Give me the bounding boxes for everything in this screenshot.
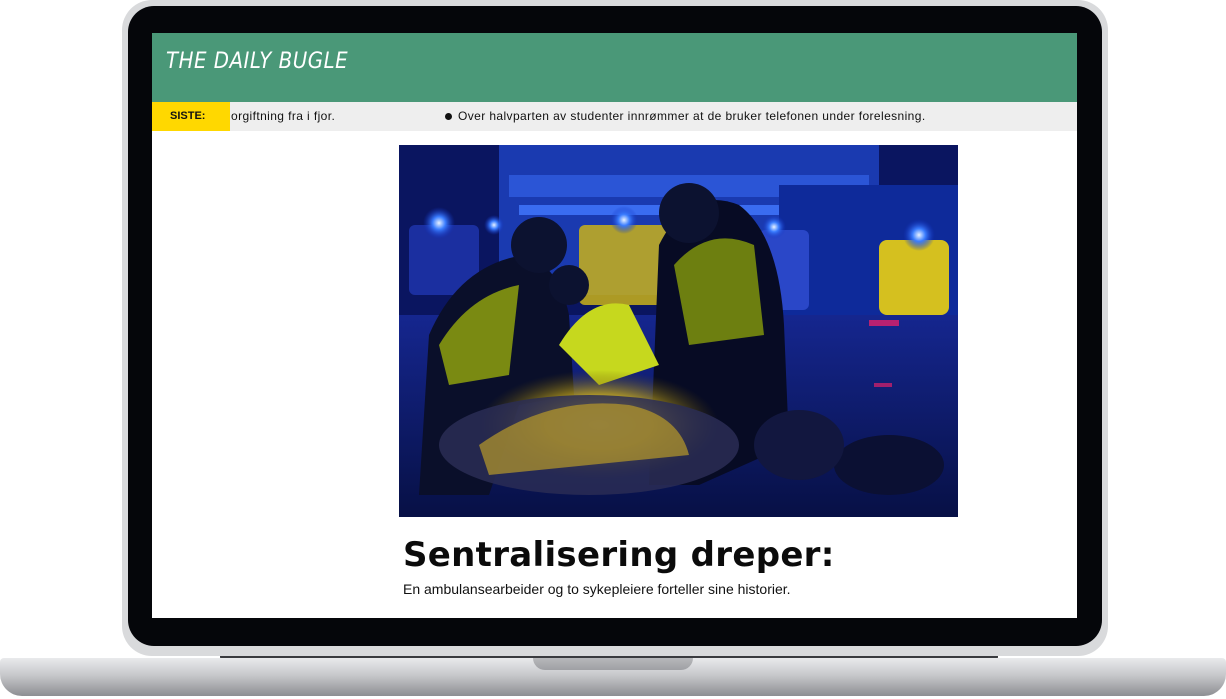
article-headline[interactable]: Sentralisering dreper:: [403, 535, 835, 575]
ticker-item[interactable]: orgiftning fra i fjor.: [231, 102, 335, 130]
site-header: THE DAILY BUGLE: [152, 33, 1077, 102]
ticker-label: SISTE:: [152, 102, 230, 131]
photo-icon: [399, 145, 958, 517]
ticker-item[interactable]: Over halvparten av studenter innrømmer a…: [458, 102, 926, 130]
browser-viewport: THE DAILY BUGLE SISTE: orgiftning fra i …: [152, 33, 1077, 618]
news-ticker: SISTE: orgiftning fra i fjor. Over halvp…: [152, 102, 1077, 131]
hero-image[interactable]: [399, 145, 958, 517]
laptop-notch: [533, 658, 693, 670]
article-subheadline: En ambulansearbeider og to sykepleiere f…: [403, 581, 791, 597]
bullet-icon: [445, 113, 452, 120]
site-logo[interactable]: THE DAILY BUGLE: [166, 49, 348, 74]
